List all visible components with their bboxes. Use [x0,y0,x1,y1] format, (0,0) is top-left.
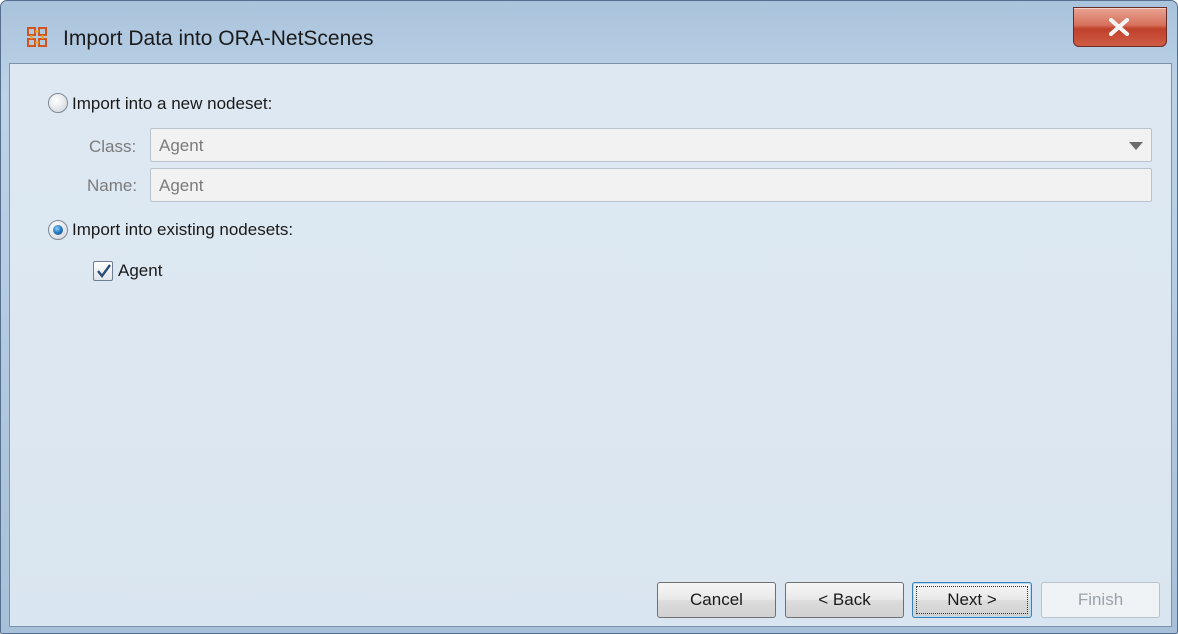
next-button[interactable]: Next > [912,582,1032,618]
window-title: Import Data into ORA-NetScenes [63,27,374,50]
dialog-content: Import into a new nodeset: Class: Agent … [9,63,1172,627]
name-value: Agent [159,176,204,195]
name-field[interactable]: Agent [150,168,1152,202]
name-label: Name: [87,176,138,195]
back-button-label: < Back [818,590,871,609]
new-nodeset-label: Import into a new nodeset: [72,94,273,113]
agent-checkbox-label: Agent [118,261,163,280]
checkmark-icon [97,264,111,278]
back-button[interactable]: < Back [785,582,904,618]
class-label: Class: [89,137,137,156]
class-dropdown[interactable]: Agent [150,128,1152,162]
finish-button[interactable]: Finish [1041,582,1160,618]
ora-app-icon [27,27,47,47]
title-bar[interactable]: Import Data into ORA-NetScenes [1,1,1177,63]
chevron-down-icon [1129,142,1143,150]
existing-nodesets-label: Import into existing nodesets: [72,220,294,239]
finish-button-label: Finish [1077,590,1124,609]
agent-checkbox[interactable] [93,261,113,281]
existing-nodesets-radio[interactable] [48,220,68,240]
close-button[interactable] [1073,7,1167,47]
close-icon [1109,18,1129,36]
cancel-button[interactable]: Cancel [657,582,776,618]
next-button-label: Next > [947,590,997,609]
new-nodeset-radio[interactable] [48,93,68,113]
cancel-button-label: Cancel [690,590,743,609]
import-dialog-window: Import Data into ORA-NetScenes Import in… [0,0,1178,634]
class-value: Agent [159,136,204,155]
